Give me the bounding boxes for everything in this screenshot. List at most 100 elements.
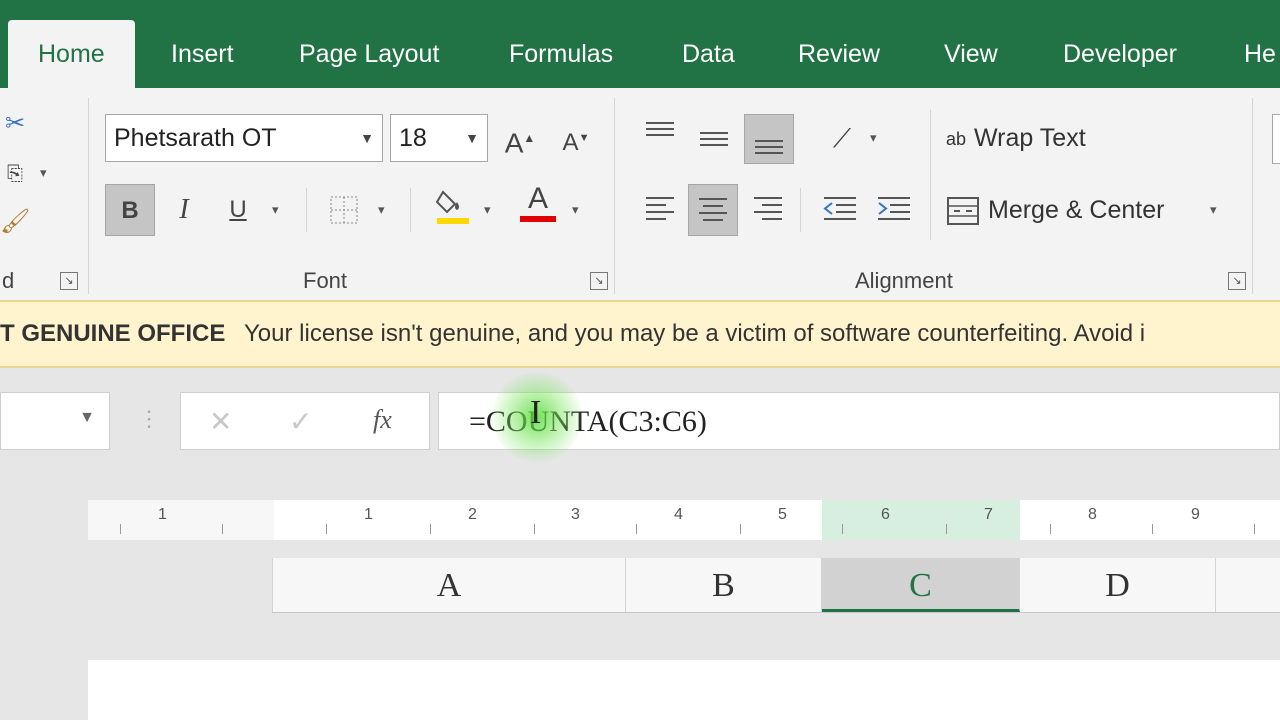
ruler-tick (326, 524, 327, 534)
ruler-label: 5 (778, 506, 787, 523)
merge-dropdown-icon[interactable]: ▾ (1210, 202, 1217, 218)
ruler-label: 1 (364, 506, 373, 523)
text-cursor-icon: I (530, 394, 542, 431)
ruler-label: 7 (984, 506, 993, 523)
borders-icon[interactable] (320, 186, 368, 234)
alignment-group-label: Alignment (855, 268, 953, 293)
increase-font-size-button[interactable]: A▲ (496, 114, 544, 162)
tab-view[interactable]: View (930, 20, 1012, 88)
copy-icon[interactable]: ⎘ (0, 150, 30, 198)
divider (88, 98, 89, 294)
font-name-combo[interactable]: Phetsarath OT ▼ (105, 114, 383, 162)
align-left-icon[interactable] (636, 184, 684, 232)
name-box[interactable]: ▼ (0, 392, 110, 450)
tab-home[interactable]: Home (8, 20, 135, 88)
cut-icon[interactable]: ✂ (0, 100, 30, 148)
ruler-tick (740, 524, 741, 534)
ruler-label: 2 (468, 506, 477, 523)
ruler-tick (842, 524, 843, 534)
decrease-indent-icon[interactable] (816, 184, 864, 232)
italic-button[interactable]: I (160, 186, 208, 234)
shrink-font-icon: A (562, 129, 579, 156)
font-color-button[interactable]: A (514, 182, 562, 230)
chevron-down-icon[interactable]: ▼ (465, 115, 479, 161)
formula-controls: ✕ ✓ fx (180, 392, 430, 450)
insert-function-icon[interactable]: fx (373, 405, 392, 435)
font-launcher-icon[interactable]: ↘ (590, 272, 608, 290)
number-format-combo[interactable] (1272, 114, 1280, 164)
font-color-dropdown-icon[interactable]: ▾ (572, 202, 579, 218)
grow-font-icon: A (504, 127, 524, 159)
decrease-font-size-button[interactable]: A▼ (552, 114, 600, 162)
tab-review[interactable]: Review (784, 20, 894, 88)
underline-button[interactable]: U (214, 186, 262, 234)
ruler-tick (1152, 524, 1153, 534)
ruler-label: 3 (571, 506, 580, 523)
ruler-label: 6 (881, 506, 890, 523)
clipboard-launcher-icon[interactable]: ↘ (60, 272, 78, 290)
column-header-d[interactable]: D (1020, 558, 1216, 612)
font-group-label: Font (303, 268, 348, 293)
font-size-combo[interactable]: 18 ▼ (390, 114, 488, 162)
wrap-text-label: Wrap Text (974, 124, 1086, 152)
ruler-tick (946, 524, 947, 534)
license-warning-message: Your license isn't genuine, and you may … (244, 320, 1146, 347)
increase-indent-icon[interactable] (870, 184, 918, 232)
divider (1252, 98, 1253, 294)
sheet-page[interactable] (88, 660, 1280, 720)
underline-dropdown-icon[interactable]: ▾ (272, 202, 279, 218)
ruler-tick (430, 524, 431, 534)
ruler-tick (636, 524, 637, 534)
column-header-a[interactable]: A (272, 558, 626, 612)
format-painter-icon[interactable]: 🖌 (0, 198, 30, 246)
ruler-label: 9 (1191, 506, 1200, 523)
fill-color-dropdown-icon[interactable]: ▾ (484, 202, 491, 218)
chevron-down-icon[interactable]: ▼ (360, 115, 374, 161)
ribbon-tab-bar: Home Insert Page Layout Formulas Data Re… (0, 0, 1280, 88)
align-middle-icon[interactable] (690, 114, 738, 162)
fill-color-icon[interactable] (428, 182, 476, 230)
ruler-margin (88, 500, 274, 540)
divider (930, 110, 931, 240)
align-right-icon[interactable] (744, 184, 792, 232)
column-header-c[interactable]: C (822, 558, 1020, 612)
formula-bar-grip-icon[interactable]: ⋮ (138, 406, 160, 432)
ruler-label: 8 (1088, 506, 1097, 523)
borders-dropdown-icon[interactable]: ▾ (378, 202, 385, 218)
align-center-icon[interactable] (688, 184, 738, 236)
ruler-label: 1 (158, 506, 167, 523)
license-warning-title: T GENUINE OFFICE (0, 320, 226, 347)
align-bottom-icon[interactable] (744, 114, 794, 164)
column-header-b[interactable]: B (626, 558, 822, 612)
font-color-swatch (520, 216, 556, 222)
wrap-text-icon: ab (946, 129, 967, 150)
copy-dropdown-icon[interactable]: ▾ (40, 165, 47, 181)
ruler-label: 4 (674, 506, 683, 523)
ruler-tick (1050, 524, 1051, 534)
cancel-icon[interactable]: ✕ (209, 405, 232, 438)
align-top-icon[interactable] (636, 110, 684, 158)
tab-help[interactable]: He (1230, 20, 1280, 88)
bold-button[interactable]: B (105, 184, 155, 236)
tab-data[interactable]: Data (668, 20, 749, 88)
merge-center-button[interactable]: Merge & Center (946, 186, 1164, 234)
font-name-value: Phetsarath OT (114, 124, 277, 152)
divider (614, 98, 615, 294)
tab-insert[interactable]: Insert (157, 20, 248, 88)
orientation-icon[interactable]: ⟋ (818, 114, 866, 162)
tab-page-layout[interactable]: Page Layout (285, 20, 453, 88)
wrap-text-button[interactable]: ab Wrap Text (946, 114, 1086, 162)
ruler-tick (222, 524, 223, 534)
enter-icon[interactable]: ✓ (289, 405, 312, 438)
ruler-tick (120, 524, 121, 534)
chevron-down-icon[interactable]: ▼ (79, 409, 95, 427)
merge-center-label: Merge & Center (988, 196, 1165, 224)
orientation-dropdown-icon[interactable]: ▾ (870, 130, 877, 146)
tab-formulas[interactable]: Formulas (495, 20, 627, 88)
divider (410, 188, 411, 232)
merge-center-icon (947, 197, 979, 226)
tab-developer[interactable]: Developer (1049, 20, 1191, 88)
ruler-tick (534, 524, 535, 534)
font-size-value: 18 (399, 124, 427, 152)
alignment-launcher-icon[interactable]: ↘ (1228, 272, 1246, 290)
